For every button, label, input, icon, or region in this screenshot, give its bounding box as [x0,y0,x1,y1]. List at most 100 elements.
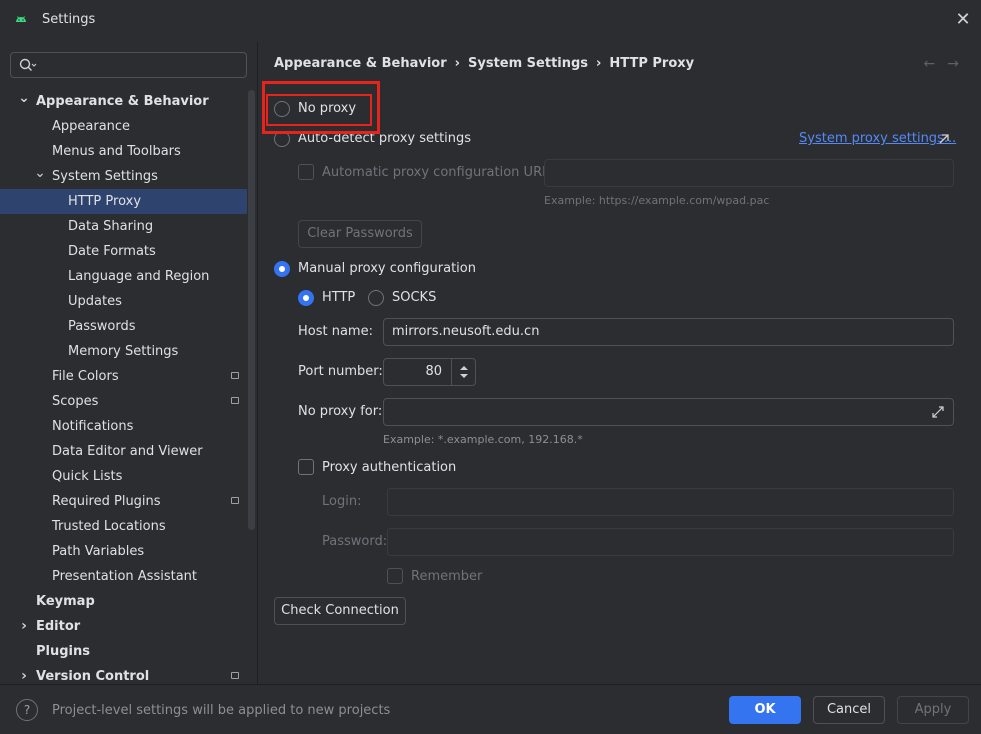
auto-config-url-hint: Example: https://example.com/wpad.pac [544,194,770,207]
close-icon[interactable]: ✕ [953,10,973,30]
no-proxy-for-input[interactable] [383,398,954,426]
sidebar-item-quick-lists[interactable]: Quick Lists [0,464,247,489]
no-proxy-for-hint: Example: *.example.com, 192.168.* [383,433,583,446]
proxy-authentication-checkbox[interactable] [298,459,314,475]
port-spinner[interactable] [451,359,476,385]
remember-checkbox[interactable] [387,568,403,584]
password-label: Password: [322,534,388,549]
highlight-box-inner [266,94,372,126]
system-proxy-settings-text: System proxy settings... [799,131,957,146]
host-name-label: Host name: [298,324,373,339]
sidebar-scrollbar[interactable] [248,90,255,530]
chevron-down-icon[interactable]: ⌄ [34,164,46,189]
sidebar-item-editor[interactable]: › Editor [0,614,247,639]
sidebar-item-file-colors[interactable]: File Colors [0,364,247,389]
project-scope-icon [231,397,239,404]
no-proxy-for-label: No proxy for: [298,404,383,419]
host-name-input[interactable]: mirrors.neusoft.edu.cn [383,318,954,346]
sidebar-item-label: Presentation Assistant [52,569,197,584]
sidebar-item-label: Data Sharing [68,219,154,234]
dialog-footer: ? Project-level settings will be applied… [0,684,981,734]
sidebar-item-data-editor-and-viewer[interactable]: Data Editor and Viewer [0,439,247,464]
help-icon[interactable]: ? [16,699,38,721]
forward-arrow-icon[interactable]: → [947,56,971,72]
breadcrumb-separator: › [454,56,460,71]
system-proxy-settings-link[interactable]: System proxy settings... [799,131,956,146]
check-connection-button[interactable]: Check Connection [274,597,406,625]
sidebar-item-label: Updates [68,294,122,309]
sidebar-item-date-formats[interactable]: Date Formats [0,239,247,264]
sidebar-item-label: Plugins [36,644,90,659]
sidebar-item-label: Data Editor and Viewer [52,444,203,459]
breadcrumb: Appearance & Behavior › System Settings › HT… [274,56,694,71]
external-link-icon [939,134,949,144]
project-scope-icon [231,497,239,504]
sidebar-item-passwords[interactable]: Passwords [0,314,247,339]
apply-button[interactable]: Apply [897,696,969,724]
sidebar-item-scopes[interactable]: Scopes [0,389,247,414]
http-label[interactable]: HTTP [322,290,355,305]
search-input[interactable] [10,52,247,78]
sidebar-item-required-plugins[interactable]: Required Plugins [0,489,247,514]
proxy-authentication-label[interactable]: Proxy authentication [322,460,456,475]
sidebar-item-trusted-locations[interactable]: Trusted Locations [0,514,247,539]
auto-config-url-input[interactable] [544,159,954,187]
sidebar-item-data-sharing[interactable]: Data Sharing [0,214,247,239]
sidebar-item-label: Quick Lists [52,469,123,484]
login-input[interactable] [387,488,954,516]
sidebar-item-menus-and-toolbars[interactable]: Menus and Toolbars [0,139,247,164]
navigation-arrows: ←→ [924,56,971,72]
sidebar-item-label: Appearance [52,119,131,134]
password-input[interactable] [387,528,954,556]
sidebar-item-updates[interactable]: Updates [0,289,247,314]
manual-proxy-label[interactable]: Manual proxy configuration [298,261,476,276]
breadcrumb-http-proxy: HTTP Proxy [609,56,695,71]
sidebar-item-label: Path Variables [52,544,145,559]
manual-proxy-radio[interactable] [274,261,290,277]
breadcrumb-appearance-behavior[interactable]: Appearance & Behavior [274,56,447,71]
sidebar-item-presentation-assistant[interactable]: Presentation Assistant [0,564,247,589]
ok-button[interactable]: OK [729,696,801,724]
sidebar-item-label: Scopes [52,394,99,409]
footer-note: Project-level settings will be applied t… [52,703,391,718]
sidebar-item-plugins[interactable]: Plugins [0,639,247,664]
sidebar-item-label: System Settings [52,169,158,184]
login-label: Login: [322,494,362,509]
sidebar-item-label: Menus and Toolbars [52,144,181,159]
sidebar-item-memory-settings[interactable]: Memory Settings [0,339,247,364]
window-title: Settings [42,12,96,27]
cancel-button[interactable]: Cancel [813,696,885,724]
sidebar-item-label: Trusted Locations [52,519,166,534]
sidebar-item-keymap[interactable]: Keymap [0,589,247,614]
project-scope-icon [231,672,239,679]
title-bar: Settings ✕ [0,0,981,42]
settings-sidebar: ⌄ Appearance & Behavior Appearance Menus an… [0,42,258,684]
sidebar-item-appearance-behavior[interactable]: ⌄ Appearance & Behavior [0,89,247,114]
spinner-arrows-icon [460,366,468,378]
auto-config-url-checkbox[interactable] [298,164,314,180]
remember-label: Remember [411,569,483,584]
sidebar-item-label: Language and Region [68,269,210,284]
sidebar-item-system-settings[interactable]: ⌄ System Settings [0,164,247,189]
sidebar-item-label: Keymap [36,594,95,609]
sidebar-item-label: Passwords [68,319,136,334]
socks-label[interactable]: SOCKS [392,290,436,305]
sidebar-item-notifications[interactable]: Notifications [0,414,247,439]
sidebar-item-label: Required Plugins [52,494,161,509]
clear-passwords-button[interactable]: Clear Passwords [298,220,422,248]
back-arrow-icon[interactable]: ← [924,56,948,72]
expand-icon[interactable] [930,404,946,420]
sidebar-item-language-and-region[interactable]: Language and Region [0,264,247,289]
breadcrumb-system-settings[interactable]: System Settings [468,56,588,71]
sidebar-item-http-proxy[interactable]: HTTP Proxy [0,189,247,214]
chevron-down-icon[interactable]: ⌄ [18,89,30,114]
sidebar-item-label: Notifications [52,419,134,434]
http-radio[interactable] [298,290,314,306]
sidebar-item-label: Memory Settings [68,344,179,359]
sidebar-item-label: HTTP Proxy [68,194,142,209]
chevron-right-icon[interactable]: › [18,614,30,639]
android-icon [16,16,26,22]
sidebar-item-path-variables[interactable]: Path Variables [0,539,247,564]
socks-radio[interactable] [368,290,384,306]
sidebar-item-appearance[interactable]: Appearance [0,114,247,139]
